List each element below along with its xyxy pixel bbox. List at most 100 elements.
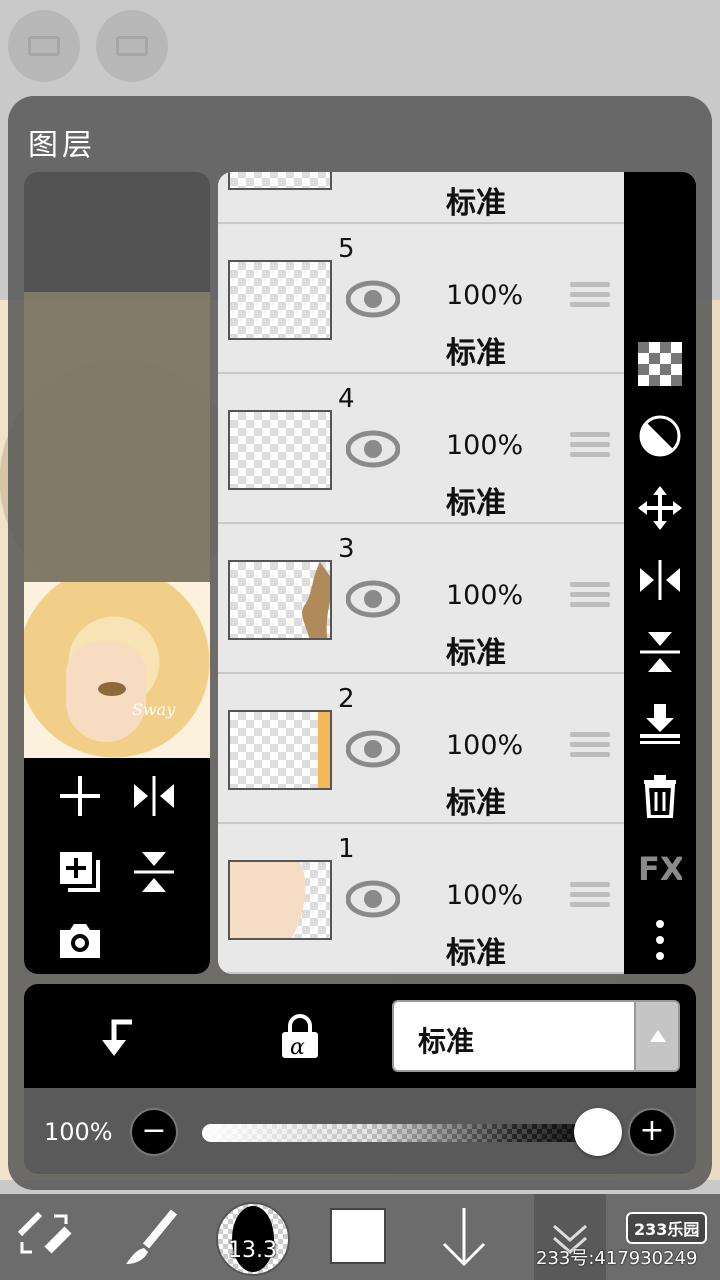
layer-opacity: 100%: [446, 580, 524, 611]
watermark-text: 233号:417930249: [536, 1248, 698, 1269]
sketch-preview: [24, 292, 210, 582]
layer-number: 4: [338, 384, 355, 414]
dialog-title: 图层: [28, 128, 96, 163]
camera-button[interactable]: [54, 914, 106, 966]
layer-number: 2: [338, 684, 355, 714]
svg-text:FX: FX: [638, 850, 682, 888]
flip-vertical-icon: [134, 852, 174, 892]
layer-thumbnail: [228, 410, 332, 490]
opacity-control: 100% − +: [24, 1088, 696, 1174]
layer-row[interactable]: 1 100% 标准: [218, 826, 624, 974]
return-arrow-icon: [102, 1019, 132, 1056]
layer-settings-bar: α 标准: [24, 984, 696, 1088]
layer-row[interactable]: 5 100% 标准: [218, 226, 624, 374]
drag-handle-icon[interactable]: [570, 882, 610, 918]
eye-icon[interactable]: [346, 730, 400, 768]
add-layer-button[interactable]: [54, 770, 106, 822]
eye-icon[interactable]: [346, 580, 400, 618]
layer-row[interactable]: 2 100% 标准: [218, 676, 624, 824]
layer-thumbnail: [228, 260, 332, 340]
eye-icon[interactable]: [346, 880, 400, 918]
plus-icon: [60, 776, 100, 816]
layer-opacity: 100%: [446, 730, 524, 761]
flip-vertical-layer-button[interactable]: [638, 630, 682, 674]
more-options-button[interactable]: [638, 918, 682, 962]
delete-layer-button[interactable]: [638, 774, 682, 819]
eye-icon[interactable]: [346, 280, 400, 318]
clipping-button[interactable]: [638, 414, 682, 458]
drag-handle-icon[interactable]: [570, 432, 610, 468]
layer-preview-image: Sway: [24, 582, 210, 758]
brush-icon: [126, 1209, 178, 1264]
move-button[interactable]: [638, 486, 682, 530]
opacity-decrease-button[interactable]: −: [130, 1108, 178, 1156]
merge-down-button[interactable]: [638, 702, 682, 746]
alpha-lock-button[interactable]: α: [276, 1012, 324, 1060]
drag-handle-icon[interactable]: [570, 282, 610, 318]
dropdown-arrow-icon[interactable]: [634, 1002, 678, 1070]
brush-size-button[interactable]: 13.3: [216, 1202, 290, 1276]
layer-blend-mode: 标准: [446, 186, 506, 221]
brush-size-value: 13.3: [228, 1238, 277, 1263]
alpha-lock-icon: α: [282, 1014, 318, 1060]
layer-list[interactable]: 标准 5 100% 标准 4 100% 标准 3 100% 标准 2 100% …: [218, 172, 624, 974]
opacity-slider-knob[interactable]: [574, 1108, 622, 1156]
transparency-button[interactable]: [638, 342, 682, 386]
layer-opacity: 100%: [446, 880, 524, 911]
move-arrows-icon: [638, 486, 682, 530]
transform-icon: [17, 1211, 72, 1254]
layer-row[interactable]: 4 100% 标准: [218, 376, 624, 524]
thumbnail-stroke: [230, 862, 306, 938]
transform-tool-button[interactable]: [14, 1194, 78, 1280]
duplicate-icon: [60, 852, 100, 892]
half-circle-icon: [639, 415, 681, 457]
layer-opacity: 100%: [446, 430, 524, 461]
layer-blend-mode: 标准: [446, 936, 506, 971]
redo-icon: [116, 36, 148, 56]
svg-text:α: α: [290, 1035, 305, 1060]
undo-button[interactable]: [8, 10, 80, 82]
fx-icon: FX: [638, 850, 685, 888]
camera-icon: [60, 924, 100, 958]
flip-vertical-button[interactable]: [128, 846, 180, 898]
layer-row[interactable]: 3 100% 标准: [218, 526, 624, 674]
watermark-logo: 233乐园: [626, 1212, 708, 1244]
clip-down-button[interactable]: [94, 1012, 142, 1060]
plus-icon: +: [639, 1113, 665, 1148]
layer-number: 1: [338, 834, 355, 864]
duplicate-layer-button[interactable]: [54, 846, 106, 898]
layer-blend-mode: 标准: [446, 636, 506, 671]
color-swatch[interactable]: [330, 1208, 386, 1264]
checkerboard-icon: [638, 342, 682, 386]
blend-mode-value: 标准: [418, 1025, 475, 1058]
minus-icon: −: [141, 1113, 167, 1148]
layer-blend-mode: 标准: [446, 486, 506, 521]
trash-icon: [644, 775, 676, 819]
fx-button[interactable]: FX: [638, 846, 685, 890]
brush-tool-button[interactable]: [118, 1194, 182, 1280]
canvas-preview-panel: Sway: [24, 172, 210, 974]
layer-thumbnail: [228, 560, 332, 640]
redo-button[interactable]: [96, 10, 168, 82]
preview-eye: [98, 682, 126, 696]
blend-mode-select[interactable]: 标准: [392, 1000, 680, 1072]
thumbnail-stroke: [318, 712, 330, 788]
opacity-increase-button[interactable]: +: [628, 1108, 676, 1156]
undo-icon: [28, 36, 60, 56]
layer-row[interactable]: 标准: [218, 172, 624, 224]
layer-number: 5: [338, 234, 355, 264]
flip-horizontal-button[interactable]: [128, 770, 180, 822]
opacity-slider[interactable]: [202, 1124, 622, 1142]
layer-thumbnail: [228, 172, 332, 190]
drag-handle-icon[interactable]: [570, 732, 610, 768]
flip-horizontal-layer-button[interactable]: [638, 558, 682, 602]
layer-thumbnail: [228, 860, 332, 940]
drag-handle-icon[interactable]: [570, 582, 610, 618]
merge-down-icon: [640, 704, 680, 744]
layer-down-button[interactable]: [436, 1194, 492, 1280]
eye-icon[interactable]: [346, 430, 400, 468]
flip-horizontal-icon: [640, 560, 680, 600]
layer-blend-mode: 标准: [446, 336, 506, 371]
layer-blend-mode: 标准: [446, 786, 506, 821]
layer-number: 3: [338, 534, 355, 564]
